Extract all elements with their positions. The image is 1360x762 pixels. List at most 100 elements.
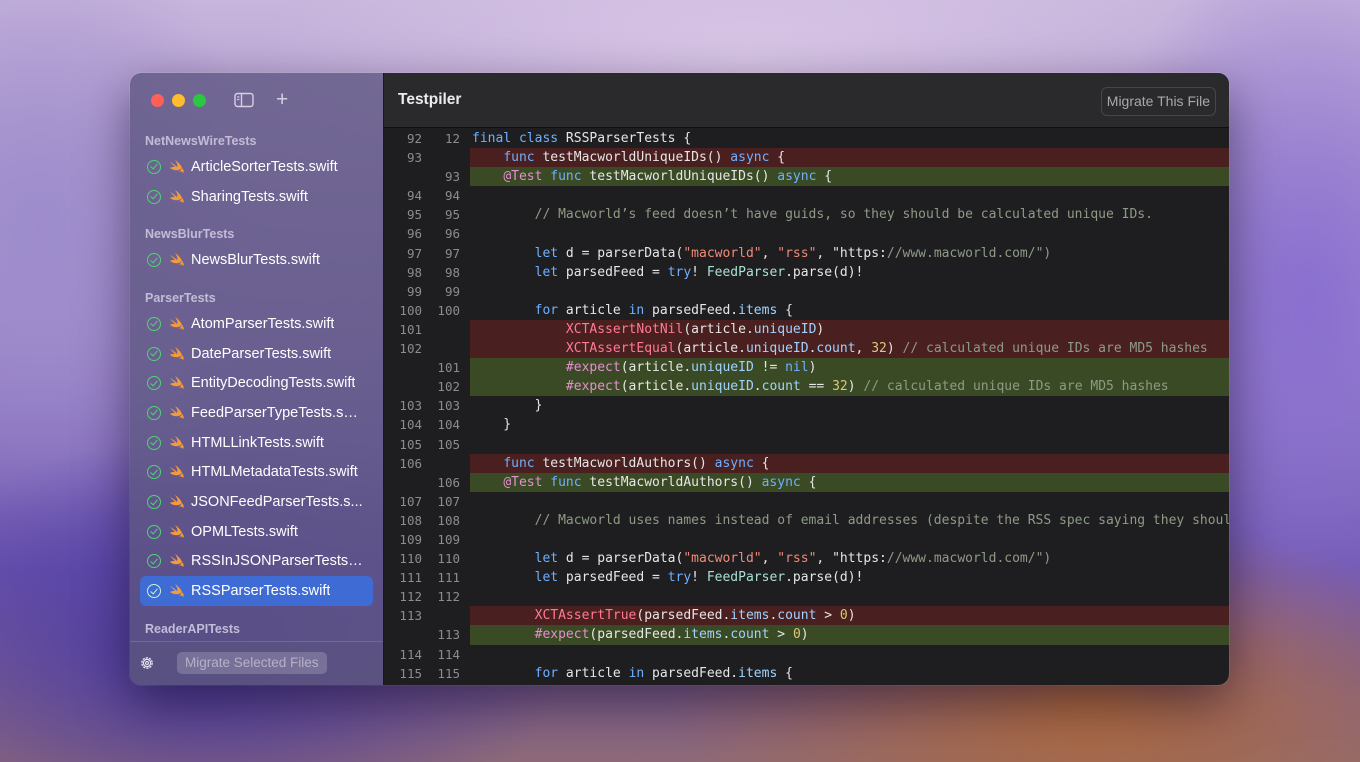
- line-number-gutter: 112 112: [384, 587, 470, 606]
- migrate-selected-files-button[interactable]: Migrate Selected Files: [177, 652, 327, 674]
- new-line-number: 100: [437, 302, 460, 318]
- old-line-number: [384, 358, 422, 377]
- line-number-gutter: 104 104: [384, 415, 470, 434]
- line-number-gutter: 107 107: [384, 492, 470, 511]
- new-line-number: 104: [437, 417, 460, 433]
- swift-icon: [170, 465, 184, 479]
- new-line-number: 112: [437, 589, 460, 605]
- sidebar-file-item[interactable]: RSSParserTests.swift: [140, 576, 373, 606]
- editor-pane: Testpiler Migrate This File 92 12 final cl…: [384, 73, 1229, 685]
- code-line: 108 108 // Macworld uses names instead of…: [384, 511, 1229, 530]
- code-line: 94 94: [384, 186, 1229, 205]
- checkmark-circle-icon: [147, 495, 161, 510]
- toolbar: Testpiler Migrate This File: [384, 73, 1229, 128]
- line-number-gutter: 100 100: [384, 301, 470, 320]
- diff-view[interactable]: 92 12 final class RSSParserTests {93 func …: [384, 129, 1229, 685]
- deleted-code-line: 93 func testMacworldUniqueIDs() async {: [384, 148, 1229, 168]
- sidebar-file-item[interactable]: JSONFeedParserTests.s...: [140, 487, 373, 517]
- new-line-number: 98: [444, 264, 460, 280]
- migrate-this-file-button[interactable]: Migrate This File: [1100, 87, 1216, 116]
- sidebar-file-item[interactable]: OPMLTests.swift: [140, 517, 373, 547]
- code-text: #expect(parsedFeed.items.count > 0): [470, 625, 1229, 645]
- minimize-button[interactable]: [172, 94, 185, 107]
- sidebar-group-header: ReaderAPITests: [145, 621, 240, 636]
- sidebar-file-label: NewsBlurTests.swift: [191, 252, 320, 269]
- zoom-button[interactable]: [193, 94, 206, 107]
- sidebar-file-item[interactable]: HTMLLinkTests.swift: [140, 428, 373, 458]
- line-number-gutter: 102: [384, 377, 470, 396]
- close-button[interactable]: [151, 94, 164, 107]
- old-line-number: [384, 167, 422, 186]
- new-line-number: 110: [437, 551, 460, 567]
- deleted-code-line: 113 XCTAssertTrue(parsedFeed.items.count…: [384, 606, 1229, 626]
- sidebar-file-item[interactable]: DateParserTests.swift: [140, 339, 373, 369]
- code-text: }: [472, 398, 543, 414]
- added-code-line: 93 @Test func testMacworldUniqueIDs() as…: [384, 167, 1229, 187]
- sidebar-file-label: RSSInJSONParserTests.s...: [191, 553, 363, 570]
- code-line: 105 105: [384, 435, 1229, 454]
- gear-icon[interactable]: [139, 655, 155, 671]
- plus-icon[interactable]: +: [276, 89, 288, 110]
- deleted-code-line: 106 func testMacworldAuthors() async {: [384, 453, 1229, 473]
- old-line-number: 112: [399, 589, 422, 605]
- line-number-gutter: 106: [384, 454, 470, 473]
- swift-icon: [170, 405, 184, 419]
- new-line-number: 103: [437, 398, 460, 414]
- sidebar-file-item[interactable]: RSSInJSONParserTests.s...: [140, 547, 373, 577]
- code-text: #expect(article.uniqueID != nil): [470, 358, 1229, 378]
- sidebar-file-label: SharingTests.swift: [191, 188, 308, 205]
- sidebar-group-header: NetNewsWireTests: [145, 134, 257, 148]
- sidebar-toggle-icon[interactable]: [234, 92, 254, 108]
- deleted-code-line: 102 XCTAssertEqual(article.uniqueID.coun…: [384, 339, 1229, 359]
- new-line-number: 93: [444, 169, 460, 185]
- new-line-number: 12: [444, 131, 460, 146]
- checkmark-circle-icon: [147, 316, 161, 331]
- old-line-number: 103: [399, 398, 422, 414]
- sidebar-file-item[interactable]: AtomParserTests.swift: [140, 309, 373, 339]
- swift-icon: [170, 316, 184, 330]
- old-line-number: 93: [406, 150, 422, 166]
- new-line-number: 106: [437, 474, 460, 490]
- sidebar-group-header: ParserTests: [145, 291, 216, 306]
- code-line: 103 103 }: [384, 396, 1229, 415]
- code-line: 109 109: [384, 530, 1229, 549]
- code-text: @Test func testMacworldAuthors() async {: [470, 472, 1229, 492]
- line-number-gutter: 98 98: [384, 263, 470, 282]
- sidebar-file-label: FeedParserTypeTests.swift: [191, 404, 363, 421]
- code-line: 92 12 final class RSSParserTests {: [384, 129, 1229, 148]
- sidebar-file-item[interactable]: EntityDecodingTests.swift: [140, 368, 373, 398]
- code-text: // Macworld uses names instead of email …: [534, 512, 1229, 528]
- sidebar-file-label: AtomParserTests.swift: [191, 315, 335, 332]
- added-code-line: 101 #expect(article.uniqueID != nil): [384, 358, 1229, 378]
- sidebar-file-item[interactable]: NewsBlurTests.swift: [140, 245, 373, 275]
- line-number-gutter: 115 115: [384, 664, 470, 683]
- code-line: 107 107: [384, 492, 1229, 511]
- sidebar-file-label: ArticleSorterTests.swift: [191, 158, 338, 175]
- code-line: 98 98 let parsedFeed = try! FeedParser.pa…: [384, 263, 1229, 282]
- old-line-number: 99: [406, 283, 422, 299]
- code-line: 100 100 for article in parsedFeed.items {: [384, 301, 1229, 320]
- swift-icon: [170, 346, 184, 360]
- sidebar-file-label: OPMLTests.swift: [191, 523, 298, 540]
- code-text: for article in parsedFeed.items {: [534, 302, 793, 318]
- sidebar-file-item[interactable]: FeedParserTypeTests.swift: [140, 398, 373, 428]
- new-line-number: [422, 148, 460, 167]
- line-number-gutter: 101: [384, 320, 470, 339]
- sidebar-footer: Migrate Selected Files: [130, 641, 383, 685]
- sidebar-file-item[interactable]: HTMLMetadataTests.swift: [140, 458, 373, 488]
- new-line-number: 96: [444, 226, 460, 242]
- line-number-gutter: 113: [384, 606, 470, 625]
- code-line: 115 115 for article in parsedFeed.items {: [384, 664, 1229, 683]
- swift-icon: [170, 495, 184, 509]
- code-text: XCTAssertNotNil(article.uniqueID): [470, 319, 1229, 340]
- sidebar-file-item[interactable]: ArticleSorterTests.swift: [140, 152, 373, 182]
- old-line-number: 114: [399, 646, 422, 662]
- new-line-number: 107: [437, 493, 460, 509]
- line-number-gutter: 108 108: [384, 511, 470, 530]
- checkmark-circle-icon: [147, 376, 161, 391]
- checkmark-circle-icon: [147, 554, 161, 569]
- sidebar-file-item[interactable]: SharingTests.swift: [140, 182, 373, 212]
